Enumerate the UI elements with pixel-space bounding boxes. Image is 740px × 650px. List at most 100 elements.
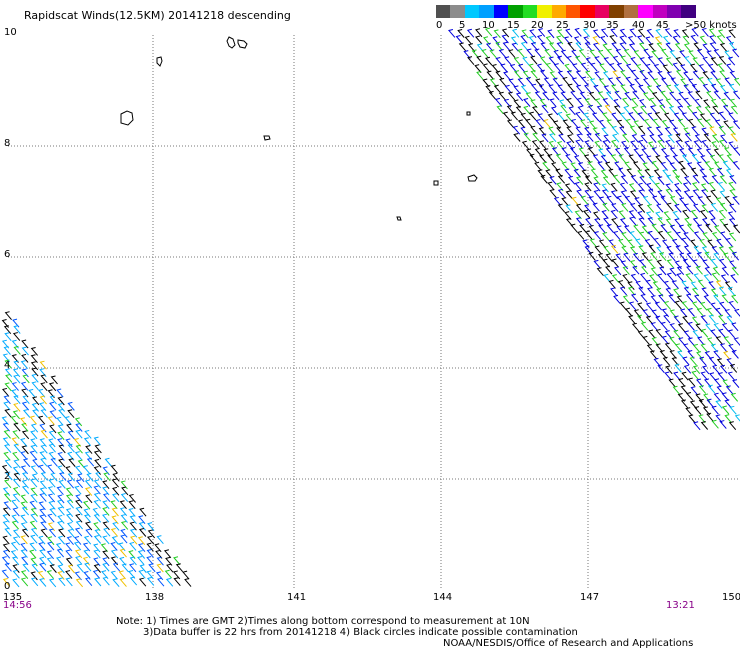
wind-barb <box>673 329 681 339</box>
wind-barb <box>526 48 534 58</box>
wind-barb <box>534 91 542 101</box>
wind-barb <box>587 161 595 170</box>
wind-barb <box>733 77 740 87</box>
wind-barb <box>10 541 19 551</box>
wind-barb <box>476 70 484 80</box>
wind-barb <box>573 36 582 46</box>
wind-barb <box>513 85 521 95</box>
wind-barb <box>38 464 46 474</box>
wind-barb <box>67 401 75 411</box>
wind-barb <box>513 57 522 66</box>
wind-barb <box>20 451 28 460</box>
wind-barb <box>3 493 12 502</box>
wind-barb <box>578 147 586 157</box>
wind-barb <box>697 118 705 128</box>
wind-barb <box>618 238 626 248</box>
wind-barb <box>694 406 702 415</box>
wind-barb <box>646 126 655 136</box>
wind-barb <box>716 35 724 44</box>
wind-barb <box>84 479 93 489</box>
wind-barb <box>30 478 38 488</box>
wind-barb <box>594 56 602 65</box>
wind-barb <box>683 84 691 93</box>
wind-barb <box>726 154 734 163</box>
wind-barb <box>710 218 718 227</box>
wind-barb <box>20 570 29 579</box>
wind-barb <box>475 35 483 45</box>
graticule <box>8 35 740 589</box>
wind-barb <box>645 63 653 73</box>
wind-barb <box>621 97 630 107</box>
wind-barb <box>645 279 653 289</box>
wind-barb <box>521 29 529 39</box>
wind-barb <box>120 493 129 502</box>
wind-barb <box>110 500 118 510</box>
wind-barb <box>622 273 630 283</box>
wind-barb <box>664 112 672 122</box>
wind-barb <box>110 527 119 537</box>
wind-barb <box>652 118 660 128</box>
wind-barb <box>539 140 547 150</box>
wind-barb <box>643 195 651 205</box>
wind-barb <box>489 49 497 59</box>
wind-barb <box>553 63 562 72</box>
wind-barb <box>687 377 696 387</box>
wind-barb <box>608 279 616 289</box>
wind-barb <box>669 336 677 346</box>
wind-barb <box>692 174 700 184</box>
wind-barb <box>660 90 668 100</box>
wind-barb <box>13 345 21 355</box>
wind-barb <box>656 203 664 213</box>
island <box>467 174 478 182</box>
wind-barb <box>129 576 138 586</box>
wind-barb <box>20 514 28 524</box>
wind-barb <box>75 429 83 439</box>
wind-barb <box>12 410 21 420</box>
wind-barb <box>467 56 475 65</box>
wind-barb <box>579 91 588 101</box>
wind-barb <box>589 49 597 59</box>
wind-barb <box>48 430 56 440</box>
wind-barb <box>660 147 669 157</box>
island <box>156 56 163 67</box>
wind-barb <box>596 267 604 277</box>
wind-barb <box>702 259 710 269</box>
wind-barb <box>20 360 28 369</box>
wind-barb <box>630 69 639 79</box>
wind-barb <box>619 42 627 52</box>
wind-barb <box>669 50 677 59</box>
wind-barb <box>148 563 156 573</box>
wind-barb <box>692 189 700 199</box>
wind-barb <box>102 535 110 545</box>
wind-barb <box>687 162 695 172</box>
x-tick-label: 150 <box>722 592 740 603</box>
wind-barb <box>727 286 735 296</box>
wind-barb <box>634 197 642 206</box>
wind-barb <box>535 78 543 88</box>
wind-barb <box>682 209 690 219</box>
wind-barb <box>12 578 20 588</box>
wind-barb <box>649 274 657 283</box>
wind-barb <box>690 34 698 44</box>
wind-barb <box>534 161 542 171</box>
wind-barb <box>584 41 592 51</box>
wind-barb <box>730 274 738 283</box>
wind-barb <box>628 183 637 192</box>
wind-map <box>1 27 740 589</box>
wind-barb <box>649 97 657 107</box>
wind-barb <box>719 70 727 79</box>
wind-barb <box>598 78 607 88</box>
wind-barb <box>627 286 636 296</box>
wind-barb <box>699 356 707 366</box>
wind-barb <box>680 167 688 177</box>
wind-barb <box>517 77 525 87</box>
wind-barb <box>669 162 677 172</box>
wind-barb <box>110 464 118 474</box>
wind-barb <box>542 161 550 171</box>
wind-barb <box>732 196 740 205</box>
wind-barb <box>660 195 668 205</box>
wind-barb <box>95 471 103 481</box>
wind-barb <box>612 55 621 65</box>
wind-barb <box>708 210 716 219</box>
wind-barb <box>583 112 591 122</box>
